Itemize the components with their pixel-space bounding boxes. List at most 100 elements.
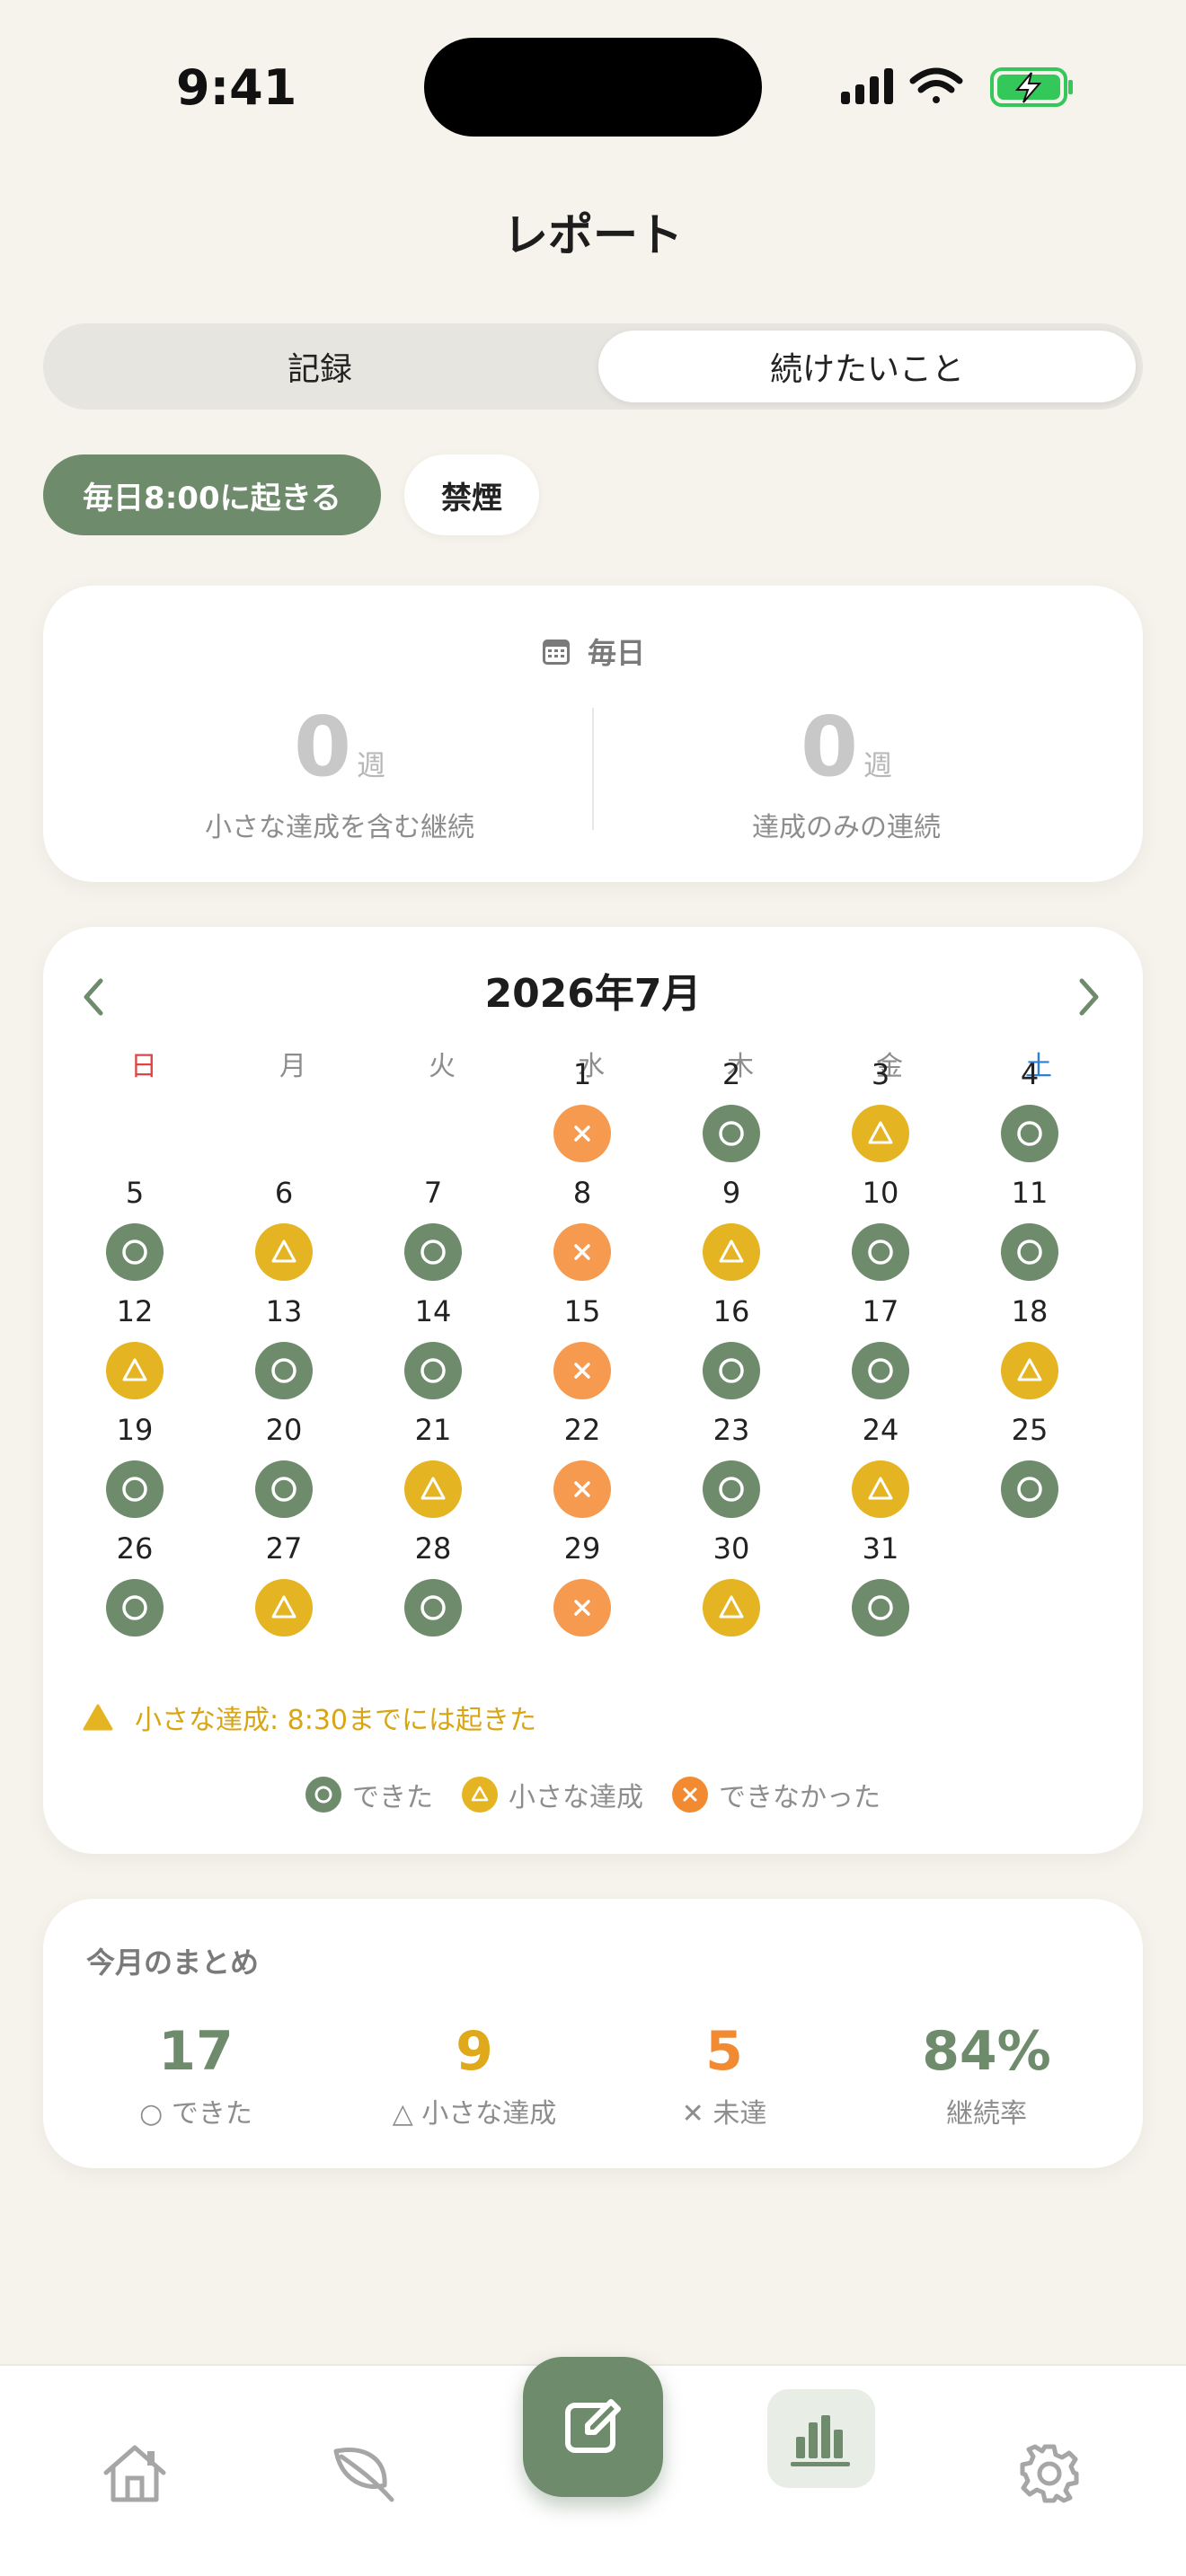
calendar-day[interactable]: 27 (230, 1531, 338, 1638)
report-screen: 9:41 レポート 記録 続けたいこと 毎日8:00に起きる 禁煙 毎日 0 週… (0, 0, 1186, 2576)
calendar-day[interactable]: 19 (81, 1412, 189, 1520)
calendar-day[interactable]: 20 (230, 1412, 338, 1520)
add-record-button[interactable] (523, 2357, 663, 2497)
calendar-day-number: 19 (116, 1413, 154, 1447)
chevron-right-icon (1079, 978, 1099, 1016)
calendar-day[interactable]: 15 (528, 1293, 636, 1401)
circle-mark-icon (703, 1342, 760, 1399)
circle-mark-icon (305, 1777, 341, 1813)
stat-small: 9 △ 小さな達成 (340, 2019, 609, 2130)
calendar-day[interactable]: 12 (81, 1293, 189, 1401)
calendar-day[interactable]: 25 (976, 1412, 1084, 1520)
calendar-day-number: 22 (563, 1413, 601, 1447)
calendar-day[interactable]: 7 (379, 1175, 487, 1283)
circle-mark-icon (1001, 1223, 1058, 1281)
calendar-day[interactable]: 17 (827, 1293, 934, 1401)
calendar-day[interactable]: 5 (81, 1175, 189, 1283)
edit-icon (565, 2399, 621, 2453)
calendar-day[interactable]: 16 (677, 1293, 785, 1401)
calendar-day[interactable]: 1 (528, 1056, 636, 1164)
home-icon (103, 2445, 166, 2502)
streak-card: 毎日 0週 小さな達成を含む継続 0週 達成のみの連続 (43, 586, 1143, 882)
stat-label: ○ できた (139, 2098, 252, 2130)
frequency-label: 毎日 (587, 636, 645, 670)
streak-value: 0 (293, 699, 351, 795)
triangle-mark-icon (703, 1579, 760, 1636)
stat-label: 継続率 (946, 2098, 1027, 2130)
streak-unit: 週 (863, 748, 893, 782)
triangle-mark-icon (852, 1105, 909, 1162)
circle-mark-icon (106, 1460, 164, 1518)
calendar-day[interactable]: 30 (677, 1531, 785, 1638)
calendar-day[interactable]: 31 (827, 1531, 934, 1638)
tab-home[interactable] (99, 2438, 171, 2510)
calendar-day-number: 28 (414, 1531, 452, 1566)
streak-including-small: 0週 小さな達成を含む継続 (88, 702, 591, 844)
calendar-day[interactable]: 21 (379, 1412, 487, 1520)
triangle-mark-icon (462, 1777, 498, 1813)
circle-mark-icon (1001, 1460, 1058, 1518)
monthly-summary-card: 今月のまとめ 17 ○ できた 9 △ 小さな達成 5 ✕ 未達 84% 継続率 (43, 1899, 1143, 2168)
calendar-day[interactable]: 24 (827, 1412, 934, 1520)
stat-label: ✕ 未達 (681, 2098, 767, 2130)
triangle-mark-icon (106, 1342, 164, 1399)
stat-continuation-rate: 84% 継続率 (852, 2019, 1121, 2130)
calendar-day-number: 23 (712, 1413, 750, 1447)
calendar-day[interactable]: 26 (81, 1531, 189, 1638)
circle-mark-icon (852, 1223, 909, 1281)
calendar-day[interactable]: 8 (528, 1175, 636, 1283)
calendar-day[interactable]: 13 (230, 1293, 338, 1401)
segment-records[interactable]: 記録 (50, 331, 589, 402)
calendar-day[interactable]: 23 (677, 1412, 785, 1520)
calendar-day[interactable]: 18 (976, 1293, 1084, 1401)
calendar-day-number: 11 (1011, 1176, 1049, 1210)
calendar-icon (542, 640, 570, 665)
calendar-day[interactable]: 9 (677, 1175, 785, 1283)
next-month-button[interactable] (1062, 970, 1116, 1024)
weekday-label: 日 (130, 1051, 157, 1082)
circle-mark-icon (852, 1342, 909, 1399)
status-icons (841, 67, 1073, 107)
calendar-day[interactable]: 4 (976, 1056, 1084, 1164)
habit-chip-wake-up[interactable]: 毎日8:00に起きる (43, 454, 381, 535)
calendar-day[interactable]: 3 (827, 1056, 934, 1164)
tab-settings[interactable] (1013, 2438, 1085, 2510)
calendar-day-number: 12 (116, 1294, 154, 1328)
calendar-day[interactable]: 11 (976, 1175, 1084, 1283)
calendar-day[interactable]: 10 (827, 1175, 934, 1283)
stat-value: 84% (922, 2020, 1051, 2083)
legend-miss: できなかった (672, 1775, 881, 1814)
calendar-day-number: 29 (563, 1531, 601, 1566)
circle-mark-icon (703, 1105, 760, 1162)
streak-label: 小さな達成を含む継続 (205, 812, 474, 843)
small-goal-note-text: 小さな達成: 8:30までには起きた (135, 1705, 537, 1736)
cross-mark-icon (553, 1460, 611, 1518)
calendar-day-number: 20 (265, 1413, 303, 1447)
legend-label: できなかった (719, 1782, 881, 1813)
calendar-day-number: 25 (1011, 1413, 1049, 1447)
segment-habits[interactable]: 続けたいこと (598, 331, 1136, 402)
calendar-day-number: 6 (274, 1176, 294, 1210)
battery-charging-icon (990, 67, 1073, 107)
tab-report[interactable] (767, 2389, 875, 2488)
tab-habits[interactable] (327, 2438, 399, 2510)
triangle-mark-icon (255, 1579, 313, 1636)
calendar-legend: できた 小さな達成 できなかった (43, 1775, 1143, 1814)
calendar-day[interactable]: 28 (379, 1531, 487, 1638)
calendar-day[interactable]: 2 (677, 1056, 785, 1164)
calendar-day[interactable]: 14 (379, 1293, 487, 1401)
triangle-mark-icon (404, 1460, 462, 1518)
circle-mark-icon (1001, 1105, 1058, 1162)
calendar-day-number: 13 (265, 1294, 303, 1328)
habit-chip-no-smoking[interactable]: 禁煙 (404, 454, 539, 535)
small-goal-note: 小さな達成: 8:30までには起きた (83, 1698, 536, 1737)
calendar-day-number: 15 (563, 1294, 601, 1328)
circle-mark-icon (404, 1223, 462, 1281)
cross-mark-icon (672, 1777, 708, 1813)
calendar-day-number: 16 (712, 1294, 750, 1328)
streak-value: 0 (800, 699, 858, 795)
calendar-day[interactable]: 29 (528, 1531, 636, 1638)
calendar-day[interactable]: 6 (230, 1175, 338, 1283)
calendar-day[interactable]: 22 (528, 1412, 636, 1520)
calendar-day-number: 30 (712, 1531, 750, 1566)
